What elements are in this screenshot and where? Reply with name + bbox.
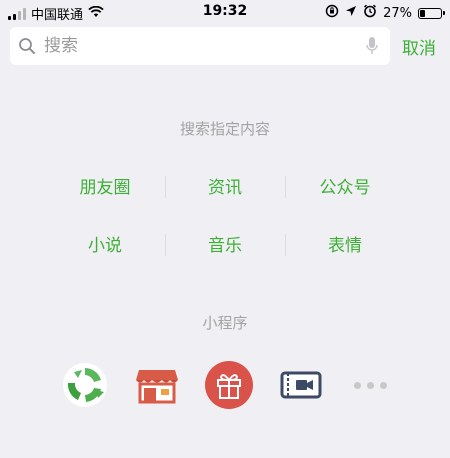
specify-row: 小说 音乐 表情 <box>45 228 405 258</box>
cancel-button[interactable]: 取消 <box>402 34 436 59</box>
more-dots-icon[interactable] <box>354 381 387 389</box>
battery-percent: 27% <box>383 5 412 21</box>
battery-fill <box>420 9 425 17</box>
rotation-lock-icon <box>325 4 339 22</box>
battery-icon <box>418 7 445 19</box>
status-right: 27% <box>325 4 445 22</box>
search-box[interactable] <box>10 27 390 65</box>
microphone-icon[interactable] <box>366 36 378 60</box>
specify-item-novels[interactable]: 小说 <box>45 231 165 256</box>
search-icon <box>18 37 36 59</box>
location-icon <box>345 5 357 21</box>
gift-app-icon[interactable] <box>204 360 254 410</box>
specify-row: 朋友圈 资讯 公众号 <box>45 170 405 200</box>
status-bar: 中国联通 19:32 27% <box>0 0 450 24</box>
search-header: 取消 <box>0 24 450 70</box>
specify-section-title: 搜索指定内容 <box>179 120 270 138</box>
mini-programs-title: 小程序 <box>202 314 248 332</box>
search-input[interactable] <box>44 27 344 65</box>
specify-item-music[interactable]: 音乐 <box>165 231 285 256</box>
specify-item-moments[interactable]: 朋友圈 <box>45 173 165 198</box>
specify-item-official-accounts[interactable]: 公众号 <box>285 173 405 198</box>
alarm-icon <box>363 4 377 22</box>
specify-item-news[interactable]: 资讯 <box>165 173 285 198</box>
specify-item-stickers[interactable]: 表情 <box>285 231 405 256</box>
specify-grid: 朋友圈 资讯 公众号 小说 音乐 表情 <box>45 170 405 258</box>
store-app-icon[interactable] <box>132 360 182 410</box>
recycle-app-icon[interactable] <box>60 360 110 410</box>
ticket-app-icon[interactable] <box>276 360 326 410</box>
mini-programs-list <box>60 360 387 410</box>
